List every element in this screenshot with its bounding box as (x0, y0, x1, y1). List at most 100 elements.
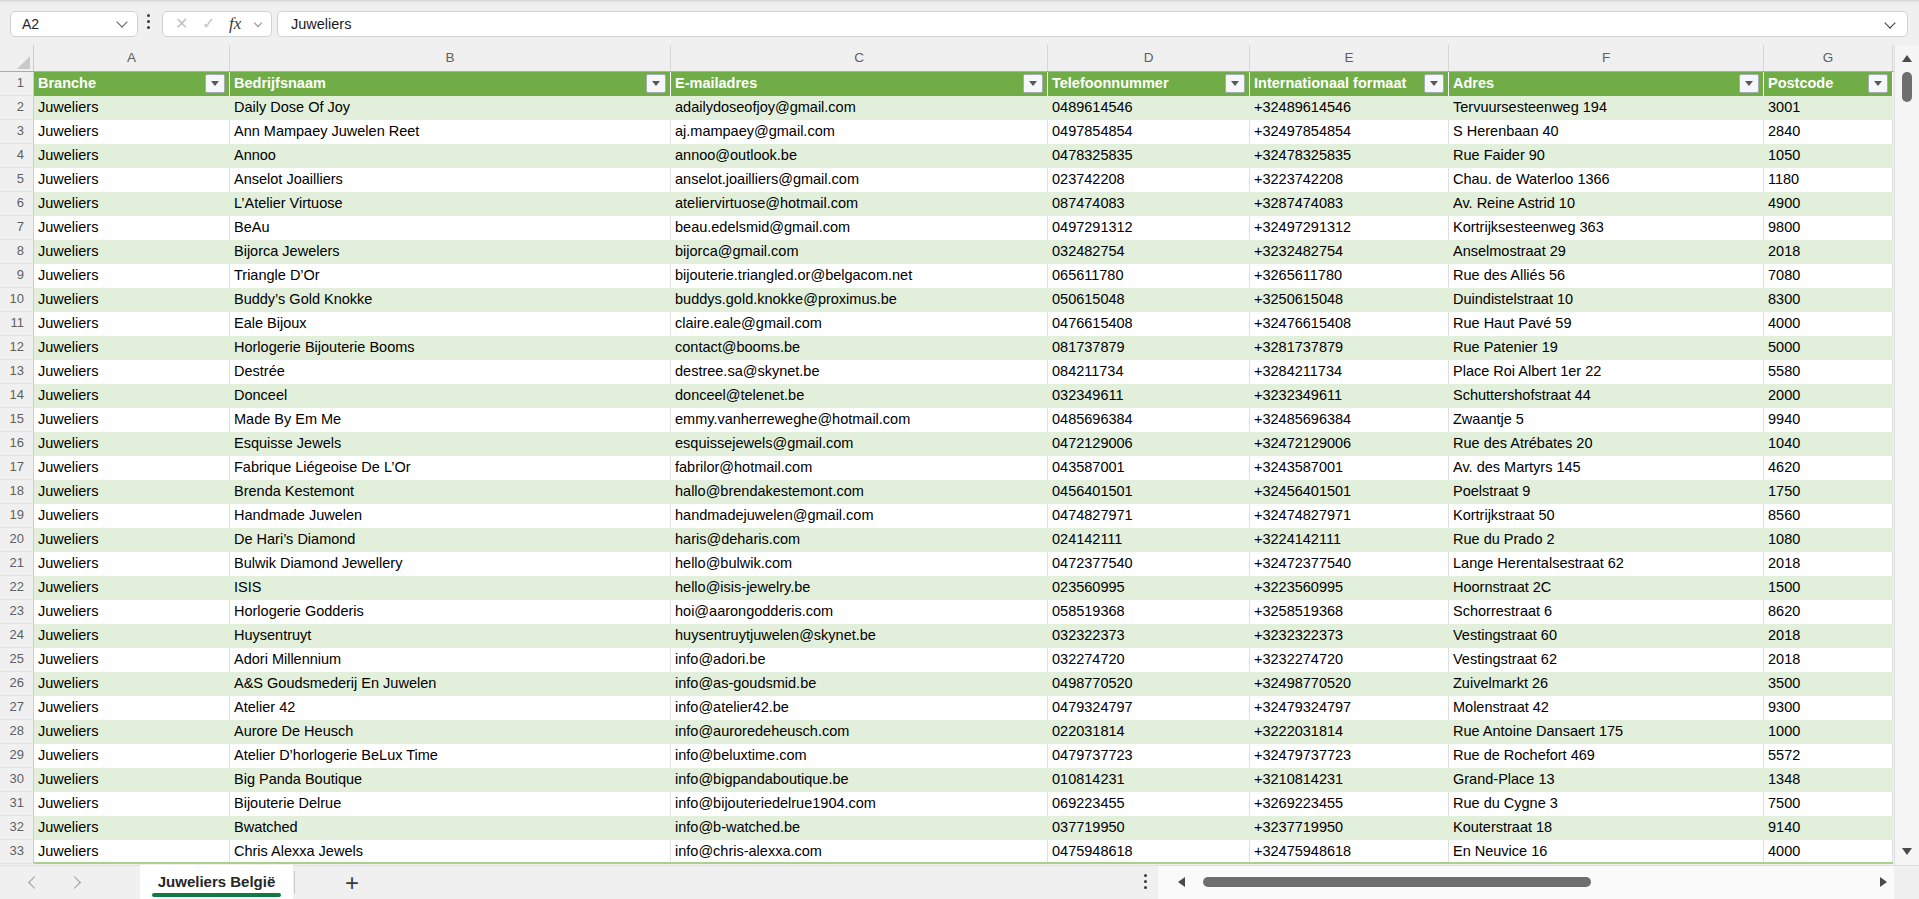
filter-button[interactable] (1023, 74, 1043, 93)
cell[interactable]: Rue des Atrébates 20 (1449, 432, 1764, 456)
cell[interactable]: Juweliers (34, 600, 230, 624)
row-number-6[interactable]: 6 (0, 192, 34, 216)
row-number-19[interactable]: 19 (0, 504, 34, 528)
cell[interactable]: Juweliers (34, 528, 230, 552)
scroll-right-icon[interactable] (1880, 877, 1887, 887)
cell[interactable]: Daily Dose Of Joy (230, 96, 671, 120)
cell[interactable]: 0489614546 (1048, 96, 1250, 120)
cell[interactable]: Fabrique Liégeoise De L’Or (230, 456, 671, 480)
cell[interactable]: +32479737723 (1250, 744, 1449, 768)
formula-input[interactable]: Juweliers (277, 11, 1908, 37)
cell[interactable]: 7500 (1764, 792, 1893, 816)
cell[interactable]: Schuttershofstraat 44 (1449, 384, 1764, 408)
row-number-15[interactable]: 15 (0, 408, 34, 432)
cell[interactable]: 2000 (1764, 384, 1893, 408)
cell[interactable]: info@as-goudsmid.be (671, 672, 1048, 696)
cell[interactable]: 050615048 (1048, 288, 1250, 312)
cell[interactable]: 0479324797 (1048, 696, 1250, 720)
cell[interactable]: Atelier D’horlogerie BeLux Time (230, 744, 671, 768)
cell[interactable]: L’Atelier Virtuose (230, 192, 671, 216)
cell[interactable]: Juweliers (34, 576, 230, 600)
cell[interactable]: 9140 (1764, 816, 1893, 840)
cell[interactable]: +3222031814 (1250, 720, 1449, 744)
cell[interactable]: 8300 (1764, 288, 1893, 312)
cell[interactable]: Eale Bijoux (230, 312, 671, 336)
cell[interactable]: Juweliers (34, 552, 230, 576)
filter-button[interactable] (1868, 74, 1888, 93)
cell[interactable]: 037719950 (1048, 816, 1250, 840)
row-number-20[interactable]: 20 (0, 528, 34, 552)
cell[interactable]: +3243587001 (1250, 456, 1449, 480)
name-box-dropdown-icon[interactable] (116, 16, 127, 27)
cell[interactable]: 9800 (1764, 216, 1893, 240)
cell[interactable]: Atelier 42 (230, 696, 671, 720)
row-number-27[interactable]: 27 (0, 696, 34, 720)
cell[interactable]: hallo@brendakestemont.com (671, 480, 1048, 504)
cell[interactable]: handmadejuwelen@gmail.com (671, 504, 1048, 528)
row-number-3[interactable]: 3 (0, 120, 34, 144)
cell[interactable]: +3269223455 (1250, 792, 1449, 816)
cell[interactable]: 022031814 (1048, 720, 1250, 744)
cell[interactable]: Juweliers (34, 144, 230, 168)
cell[interactable]: +3223560995 (1250, 576, 1449, 600)
cell[interactable]: Annoo (230, 144, 671, 168)
column-header-cell[interactable]: Branche (34, 72, 230, 96)
cell[interactable]: +3232349611 (1250, 384, 1449, 408)
cell[interactable]: +32497291312 (1250, 216, 1449, 240)
cell[interactable]: BeAu (230, 216, 671, 240)
column-header-B[interactable]: B (230, 45, 671, 71)
cell[interactable]: +3232482754 (1250, 240, 1449, 264)
cell[interactable]: 032322373 (1048, 624, 1250, 648)
cell[interactable]: Place Roi Albert 1er 22 (1449, 360, 1764, 384)
cell[interactable]: hello@isis-jewelry.be (671, 576, 1048, 600)
row-number-1[interactable]: 1 (0, 72, 34, 96)
cell[interactable]: 0498770520 (1048, 672, 1250, 696)
cell[interactable]: Juweliers (34, 168, 230, 192)
cell[interactable]: 4620 (1764, 456, 1893, 480)
cell[interactable]: Juweliers (34, 288, 230, 312)
row-number-12[interactable]: 12 (0, 336, 34, 360)
row-number-31[interactable]: 31 (0, 792, 34, 816)
cell[interactable]: 3001 (1764, 96, 1893, 120)
column-header-A[interactable]: A (34, 45, 230, 71)
cell[interactable]: donceel@telenet.be (671, 384, 1048, 408)
cell[interactable]: info@beluxtime.com (671, 744, 1048, 768)
cell[interactable]: +3284211734 (1250, 360, 1449, 384)
cell[interactable]: destree.sa@skynet.be (671, 360, 1048, 384)
column-header-cell[interactable]: Internationaal formaat (1250, 72, 1449, 96)
cell[interactable]: Juweliers (34, 384, 230, 408)
cell[interactable]: Made By Em Me (230, 408, 671, 432)
cell[interactable]: +3224142111 (1250, 528, 1449, 552)
cell[interactable]: +32456401501 (1250, 480, 1449, 504)
row-number-18[interactable]: 18 (0, 480, 34, 504)
column-header-cell[interactable]: Telefoonnummer (1048, 72, 1250, 96)
row-number-30[interactable]: 30 (0, 768, 34, 792)
cell[interactable]: +32485696384 (1250, 408, 1449, 432)
cell[interactable]: Juweliers (34, 456, 230, 480)
cell[interactable]: Juweliers (34, 480, 230, 504)
row-number-26[interactable]: 26 (0, 672, 34, 696)
cell[interactable]: 9300 (1764, 696, 1893, 720)
cell[interactable]: +3223742208 (1250, 168, 1449, 192)
cell[interactable]: esquissejewels@gmail.com (671, 432, 1048, 456)
filter-button[interactable] (1424, 74, 1444, 93)
cell[interactable]: 023742208 (1048, 168, 1250, 192)
cell[interactable]: 8560 (1764, 504, 1893, 528)
cell[interactable]: +32475948618 (1250, 840, 1449, 864)
cell[interactable]: info@b-watched.be (671, 816, 1048, 840)
cell[interactable]: 2018 (1764, 240, 1893, 264)
cell[interactable]: Grand-Place 13 (1449, 768, 1764, 792)
filter-button[interactable] (1225, 74, 1245, 93)
cell[interactable]: +3258519368 (1250, 600, 1449, 624)
column-header-cell[interactable]: Adres (1449, 72, 1764, 96)
cell[interactable]: Rue Patenier 19 (1449, 336, 1764, 360)
cell[interactable]: 8620 (1764, 600, 1893, 624)
cell[interactable]: Juweliers (34, 408, 230, 432)
cell[interactable]: Duindistelstraat 10 (1449, 288, 1764, 312)
cell[interactable]: 5572 (1764, 744, 1893, 768)
cell[interactable]: anselot.joailliers@gmail.com (671, 168, 1048, 192)
row-number-22[interactable]: 22 (0, 576, 34, 600)
column-header-E[interactable]: E (1250, 45, 1449, 71)
cell[interactable]: 010814231 (1048, 768, 1250, 792)
cell[interactable]: info@adori.be (671, 648, 1048, 672)
